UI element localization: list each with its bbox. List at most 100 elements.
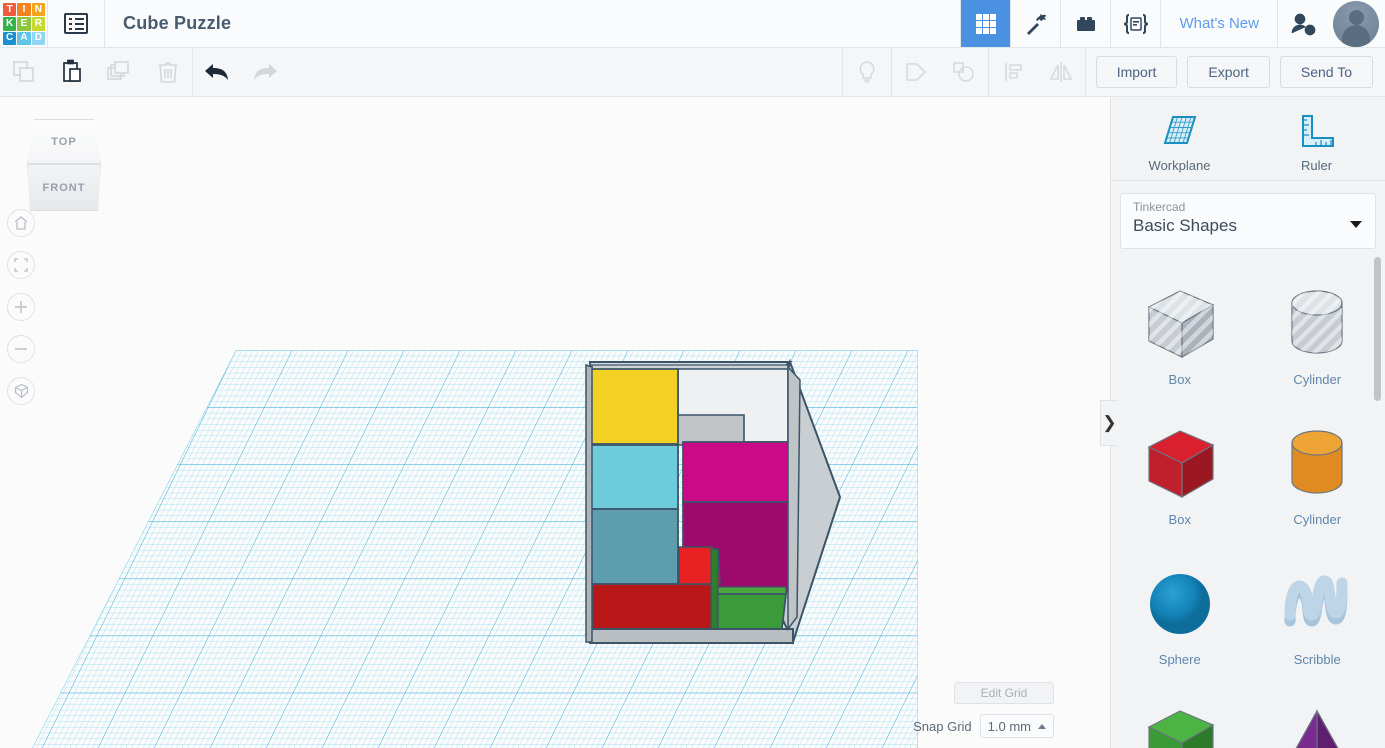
gray-piece-top xyxy=(677,414,745,446)
view-cube-top-face[interactable]: TOP xyxy=(27,119,101,164)
shape-item-scribble-5[interactable]: Scribble xyxy=(1249,542,1385,682)
shape-item-label: Scribble xyxy=(1293,651,1341,667)
workplane-tool[interactable]: Workplane xyxy=(1111,97,1248,180)
snap-grid-value: 1.0 mm xyxy=(987,718,1031,734)
view-cube-top-label: TOP xyxy=(51,135,77,148)
library-collection: Basic Shapes xyxy=(1133,216,1237,235)
view-cube[interactable]: TOP FRONT xyxy=(24,119,104,211)
logo-tile-n: N xyxy=(31,3,45,17)
perspective-toggle-button[interactable] xyxy=(7,377,35,405)
workplane-grid xyxy=(30,350,918,748)
ruler-tool[interactable]: Ruler xyxy=(1248,97,1385,180)
shape-item-cylinder-1[interactable]: Cylinder xyxy=(1249,262,1385,402)
avatar[interactable] xyxy=(1333,1,1379,47)
shape-item-box-0[interactable]: Box xyxy=(1111,262,1249,402)
chevron-up-icon xyxy=(1038,723,1046,729)
tinkercad-logo[interactable]: TINKERCAD xyxy=(1,1,47,47)
red-piece-riser xyxy=(678,546,713,585)
shape-library-dropdown[interactable]: Tinkercad Basic Shapes xyxy=(1120,193,1376,249)
logo-tile-d: D xyxy=(31,31,45,45)
export-button[interactable]: Export xyxy=(1187,56,1270,88)
ungroup-button[interactable] xyxy=(940,48,988,96)
logo-tile-t: T xyxy=(3,3,17,17)
zoom-in-button[interactable] xyxy=(7,293,35,321)
align-button[interactable] xyxy=(989,48,1037,96)
library-owner: Tinkercad xyxy=(1133,200,1186,214)
home-view-button[interactable] xyxy=(7,209,35,237)
cube-puzzle-model xyxy=(585,358,842,645)
lightbulb-button[interactable] xyxy=(843,48,891,96)
redo-button[interactable] xyxy=(241,48,289,96)
duplicate-button[interactable] xyxy=(96,48,144,96)
scribble-thumbnail xyxy=(1271,558,1363,650)
copy-button[interactable] xyxy=(0,48,48,96)
edit-grid-button[interactable]: Edit Grid xyxy=(954,682,1054,704)
zoom-out-button[interactable] xyxy=(7,335,35,363)
snap-grid-row: Snap Grid 1.0 mm xyxy=(913,714,1054,738)
pickaxe-icon[interactable] xyxy=(1010,0,1060,47)
tinkercad-app: TINKERCAD Cube Puzzle What's New Import … xyxy=(0,0,1385,748)
mirror-button[interactable] xyxy=(1037,48,1085,96)
magenta-piece-top xyxy=(682,441,794,503)
logo-tile-c: C xyxy=(3,31,17,45)
toolbar-divider-5 xyxy=(1084,48,1086,96)
top-bar: TINKERCAD Cube Puzzle What's New xyxy=(0,0,1385,48)
shape-item-label: Sphere xyxy=(1158,651,1201,667)
logo-tile-a: A xyxy=(17,31,31,45)
container-left-edge xyxy=(585,363,593,643)
cylinder-hole-thumbnail xyxy=(1271,278,1363,370)
logo-tile-k: K xyxy=(3,17,17,31)
shape-item-label: Box xyxy=(1168,511,1191,527)
delete-button[interactable] xyxy=(144,48,192,96)
container-bottom-rim xyxy=(589,628,794,644)
green-piece-top xyxy=(717,586,787,595)
box-thumbnail xyxy=(1134,418,1226,510)
shape-item-roof-7[interactable]: Roof xyxy=(1249,682,1385,748)
fit-all-button[interactable] xyxy=(7,251,35,279)
cyan-piece-front xyxy=(589,508,679,585)
grid-icon[interactable] xyxy=(960,0,1011,47)
shapes-panel: Workplane Ruler Tinkercad Basic Shapes B… xyxy=(1110,97,1385,748)
snap-grid-label: Snap Grid xyxy=(913,718,972,734)
logo-tile-i: I xyxy=(17,3,31,17)
shape-item-cylinder-3[interactable]: Cylinder xyxy=(1249,402,1385,542)
edit-toolbar: Import Export Send To xyxy=(0,48,1385,97)
logo-tile-r: R xyxy=(31,17,45,31)
box-hole-thumbnail xyxy=(1134,278,1226,370)
add-person-icon[interactable] xyxy=(1277,0,1327,47)
panel-tools: Workplane Ruler xyxy=(1111,97,1385,181)
shape-list[interactable]: Box Cylinder Box Cylinder Sphere Scribbl… xyxy=(1111,254,1385,748)
send-to-button[interactable]: Send To xyxy=(1279,56,1373,88)
codeblock-icon[interactable] xyxy=(1110,0,1160,47)
brick-icon[interactable] xyxy=(1060,0,1110,47)
panel-collapse-toggle[interactable]: ❯ xyxy=(1100,400,1118,446)
shape-item-label: Cylinder xyxy=(1293,511,1342,527)
ruler-tool-label: Ruler xyxy=(1300,158,1333,173)
document-list-button[interactable] xyxy=(47,0,105,47)
shape-item-label: Cylinder xyxy=(1293,371,1342,387)
shape-item-box-2[interactable]: Box xyxy=(1111,402,1249,542)
import-button[interactable]: Import xyxy=(1095,56,1178,88)
view-cube-front-label: FRONT xyxy=(42,181,86,194)
sphere-thumbnail xyxy=(1134,558,1226,650)
box-thumbnail xyxy=(1134,698,1226,748)
document-list-icon xyxy=(64,13,88,34)
group-button[interactable] xyxy=(892,48,940,96)
cyan-piece-top xyxy=(589,444,679,510)
3d-canvas[interactable]: TOP FRONT Edit Grid Snap Grid 1.0 mm xyxy=(0,97,1110,748)
snap-grid-select[interactable]: 1.0 mm xyxy=(979,714,1054,738)
scene-svg xyxy=(30,350,918,748)
view-cube-front-face[interactable]: FRONT xyxy=(27,164,101,211)
whats-new-link[interactable]: What's New xyxy=(1160,0,1277,47)
shape-item-label: Box xyxy=(1168,371,1191,387)
shape-item-sphere-4[interactable]: Sphere xyxy=(1111,542,1249,682)
shapes-scrollbar[interactable] xyxy=(1374,257,1381,401)
workplane-tool-label: Workplane xyxy=(1148,158,1211,173)
paste-button[interactable] xyxy=(48,48,96,96)
shape-item-box-6[interactable]: Box xyxy=(1111,682,1249,748)
yellow-piece-top xyxy=(589,368,679,445)
undo-button[interactable] xyxy=(193,48,241,96)
cylinder-thumbnail xyxy=(1271,418,1363,510)
logo-tile-e: E xyxy=(17,17,31,31)
